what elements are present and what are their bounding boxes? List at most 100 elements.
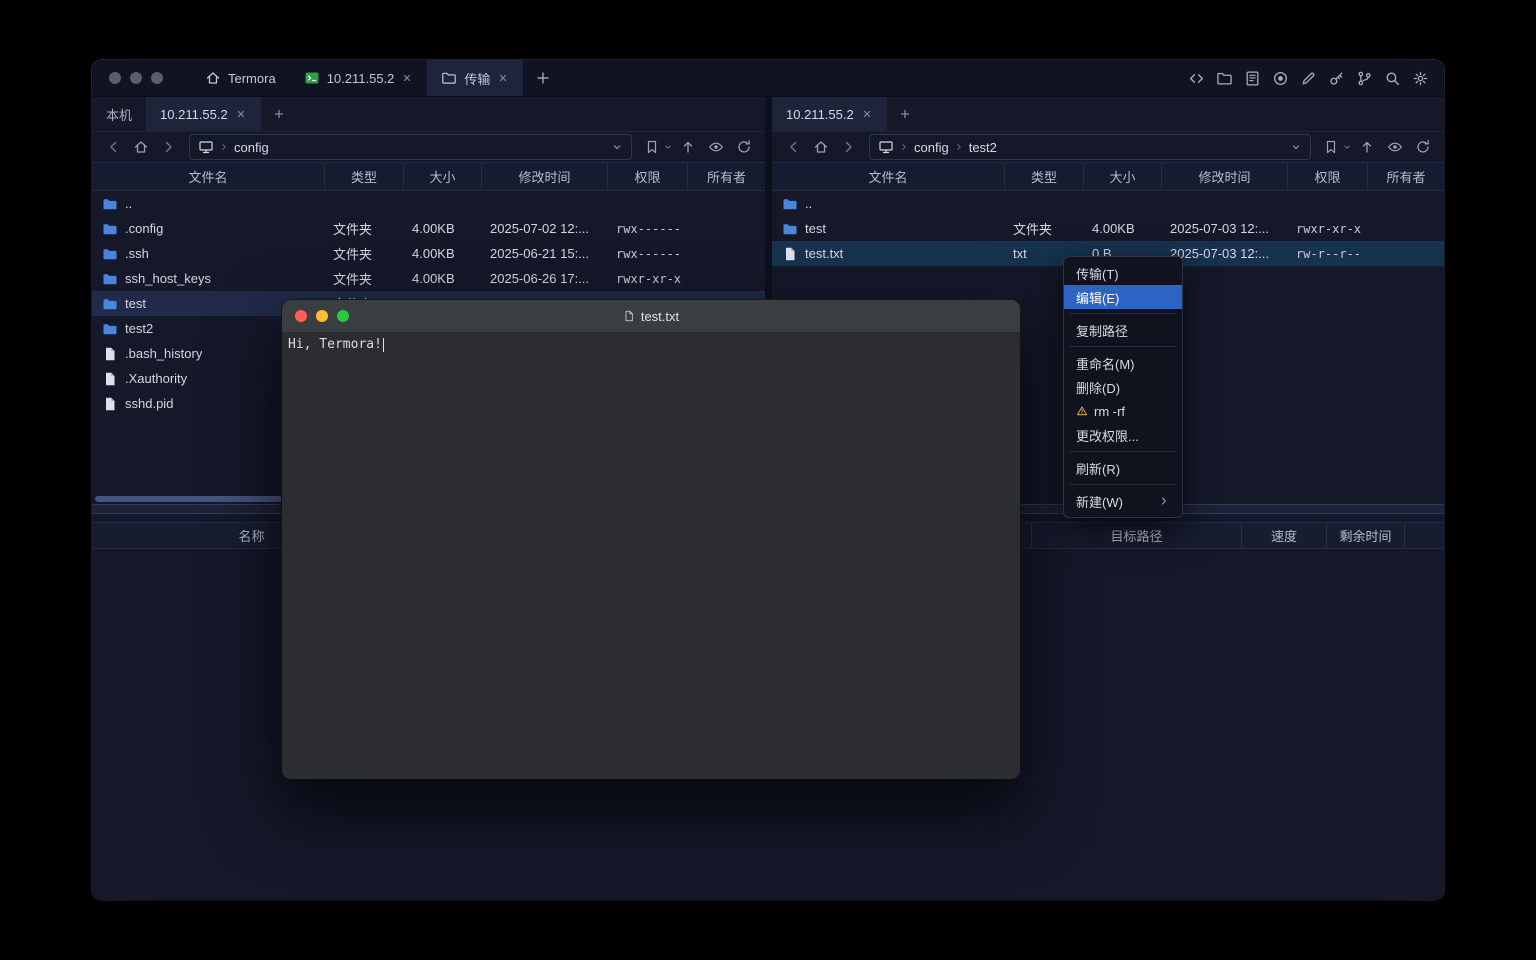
log-icon[interactable] [1244, 70, 1261, 87]
menu-item-edit[interactable]: 编辑(E) [1064, 285, 1182, 309]
file-row[interactable]: .ssh 文件夹 4.00KB 2025-06-21 15:... rwx---… [92, 241, 765, 266]
close-window-button[interactable] [109, 72, 121, 84]
file-modified: 2025-07-03 12:... [1162, 221, 1288, 236]
column-header-type[interactable]: 类型 [325, 163, 404, 190]
column-header-name[interactable]: 文件名 [92, 163, 325, 190]
close-tab-icon[interactable] [861, 108, 873, 120]
column-header-size[interactable]: 大小 [1084, 163, 1162, 190]
zoom-window-button[interactable] [151, 72, 163, 84]
close-tab-icon[interactable] [401, 72, 413, 84]
editor-minimize-button[interactable] [316, 310, 328, 322]
forward-icon [161, 139, 177, 155]
code-icon[interactable] [1188, 70, 1205, 87]
transfer-column-destination[interactable]: 目标路径 [1032, 523, 1242, 548]
forward-button[interactable] [836, 135, 862, 159]
column-header-owner[interactable]: 所有者 [1368, 163, 1444, 190]
menu-item-rename[interactable]: 重命名(M) [1064, 351, 1182, 375]
upload-button[interactable] [1354, 135, 1380, 159]
right-new-tab-button[interactable] [887, 97, 923, 131]
chevron-down-icon[interactable] [611, 141, 623, 153]
left-breadcrumb[interactable]: config [189, 134, 632, 160]
record-icon[interactable] [1272, 70, 1289, 87]
chevron-down-icon[interactable] [1290, 141, 1302, 153]
refresh-button[interactable] [1410, 135, 1436, 159]
bookmark-button[interactable] [1318, 135, 1344, 159]
column-header-size[interactable]: 大小 [404, 163, 482, 190]
editor-content[interactable]: Hi, Termora! [282, 332, 1020, 779]
tab-left-host[interactable]: 10.211.55.2 [146, 97, 261, 131]
key-icon[interactable] [1328, 70, 1345, 87]
breadcrumb-segment[interactable]: config [914, 140, 949, 155]
tab-host-session[interactable]: 10.211.55.2 [290, 60, 428, 96]
file-type: 文件夹 [325, 219, 404, 238]
plus-icon [535, 70, 551, 86]
settings-icon[interactable] [1412, 70, 1429, 87]
file-modified: 2025-06-21 15:... [482, 246, 608, 261]
file-name: .bash_history [125, 346, 202, 361]
file-icon [102, 371, 118, 387]
folder-icon[interactable] [1216, 70, 1233, 87]
editor-zoom-button[interactable] [337, 310, 349, 322]
column-header-permissions[interactable]: 权限 [1288, 163, 1368, 190]
file-type: 文件夹 [1005, 219, 1084, 238]
file-row[interactable]: test 文件夹 4.00KB 2025-07-03 12:... rwxr-x… [772, 216, 1444, 241]
chevron-right-icon [899, 142, 909, 152]
menu-item-copy-path[interactable]: 复制路径 [1064, 318, 1182, 342]
search-icon[interactable] [1384, 70, 1401, 87]
tab-local[interactable]: 本机 [92, 97, 146, 131]
back-button[interactable] [100, 135, 126, 159]
breadcrumb-segment[interactable]: test2 [969, 140, 997, 155]
menu-item-rm-rf[interactable]: rm -rf [1064, 399, 1182, 423]
column-header-type[interactable]: 类型 [1005, 163, 1084, 190]
breadcrumb-segment[interactable]: config [234, 140, 269, 155]
left-new-tab-button[interactable] [261, 97, 297, 131]
column-header-modified[interactable]: 修改时间 [1162, 163, 1288, 190]
transfer-column-speed[interactable]: 速度 [1242, 523, 1327, 548]
file-row[interactable]: ssh_host_keys 文件夹 4.00KB 2025-06-26 17:.… [92, 266, 765, 291]
menu-separator [1070, 484, 1176, 485]
file-row[interactable]: .. [772, 191, 1444, 216]
bookmark-dropdown-caret[interactable] [663, 142, 673, 152]
new-tab-button[interactable] [523, 60, 563, 96]
file-row[interactable]: .config 文件夹 4.00KB 2025-07-02 12:... rwx… [92, 216, 765, 241]
transfer-column-eta[interactable]: 剩余时间 [1327, 523, 1405, 548]
branch-icon[interactable] [1356, 70, 1373, 87]
back-button[interactable] [780, 135, 806, 159]
menu-item-new[interactable]: 新建(W) [1064, 489, 1182, 513]
tab-transfer[interactable]: 传输 [427, 60, 523, 96]
file-modified: 2025-07-02 12:... [482, 221, 608, 236]
close-tab-icon[interactable] [497, 72, 509, 84]
column-header-name[interactable]: 文件名 [772, 163, 1005, 190]
menu-item-change-permissions[interactable]: 更改权限... [1064, 423, 1182, 447]
menu-item-delete[interactable]: 删除(D) [1064, 375, 1182, 399]
show-hidden-button[interactable] [1382, 135, 1408, 159]
show-hidden-button[interactable] [703, 135, 729, 159]
edit-icon[interactable] [1300, 70, 1317, 87]
home-button[interactable] [128, 135, 154, 159]
tab-label: 10.211.55.2 [160, 107, 228, 122]
minimize-window-button[interactable] [130, 72, 142, 84]
editor-titlebar[interactable]: test.txt [282, 300, 1020, 332]
menu-item-refresh[interactable]: 刷新(R) [1064, 456, 1182, 480]
tab-right-host[interactable]: 10.211.55.2 [772, 97, 887, 131]
bookmark-dropdown-caret[interactable] [1342, 142, 1352, 152]
bookmark-button[interactable] [639, 135, 665, 159]
file-name: ssh_host_keys [125, 271, 211, 286]
editor-window: test.txt Hi, Termora! [282, 300, 1020, 779]
forward-button[interactable] [156, 135, 182, 159]
right-path-tools [1318, 135, 1436, 159]
column-header-owner[interactable]: 所有者 [688, 163, 765, 190]
home-button[interactable] [808, 135, 834, 159]
editor-close-button[interactable] [295, 310, 307, 322]
upload-button[interactable] [675, 135, 701, 159]
menu-item-transfer[interactable]: 传输(T) [1064, 261, 1182, 285]
titlebar-toolbar [1188, 60, 1444, 96]
file-size: 4.00KB [404, 271, 482, 286]
tab-termora-home[interactable]: Termora [191, 60, 290, 96]
file-row[interactable]: .. [92, 191, 765, 216]
close-tab-icon[interactable] [235, 108, 247, 120]
column-header-permissions[interactable]: 权限 [608, 163, 688, 190]
column-header-modified[interactable]: 修改时间 [482, 163, 608, 190]
refresh-button[interactable] [731, 135, 757, 159]
right-breadcrumb[interactable]: config test2 [869, 134, 1311, 160]
